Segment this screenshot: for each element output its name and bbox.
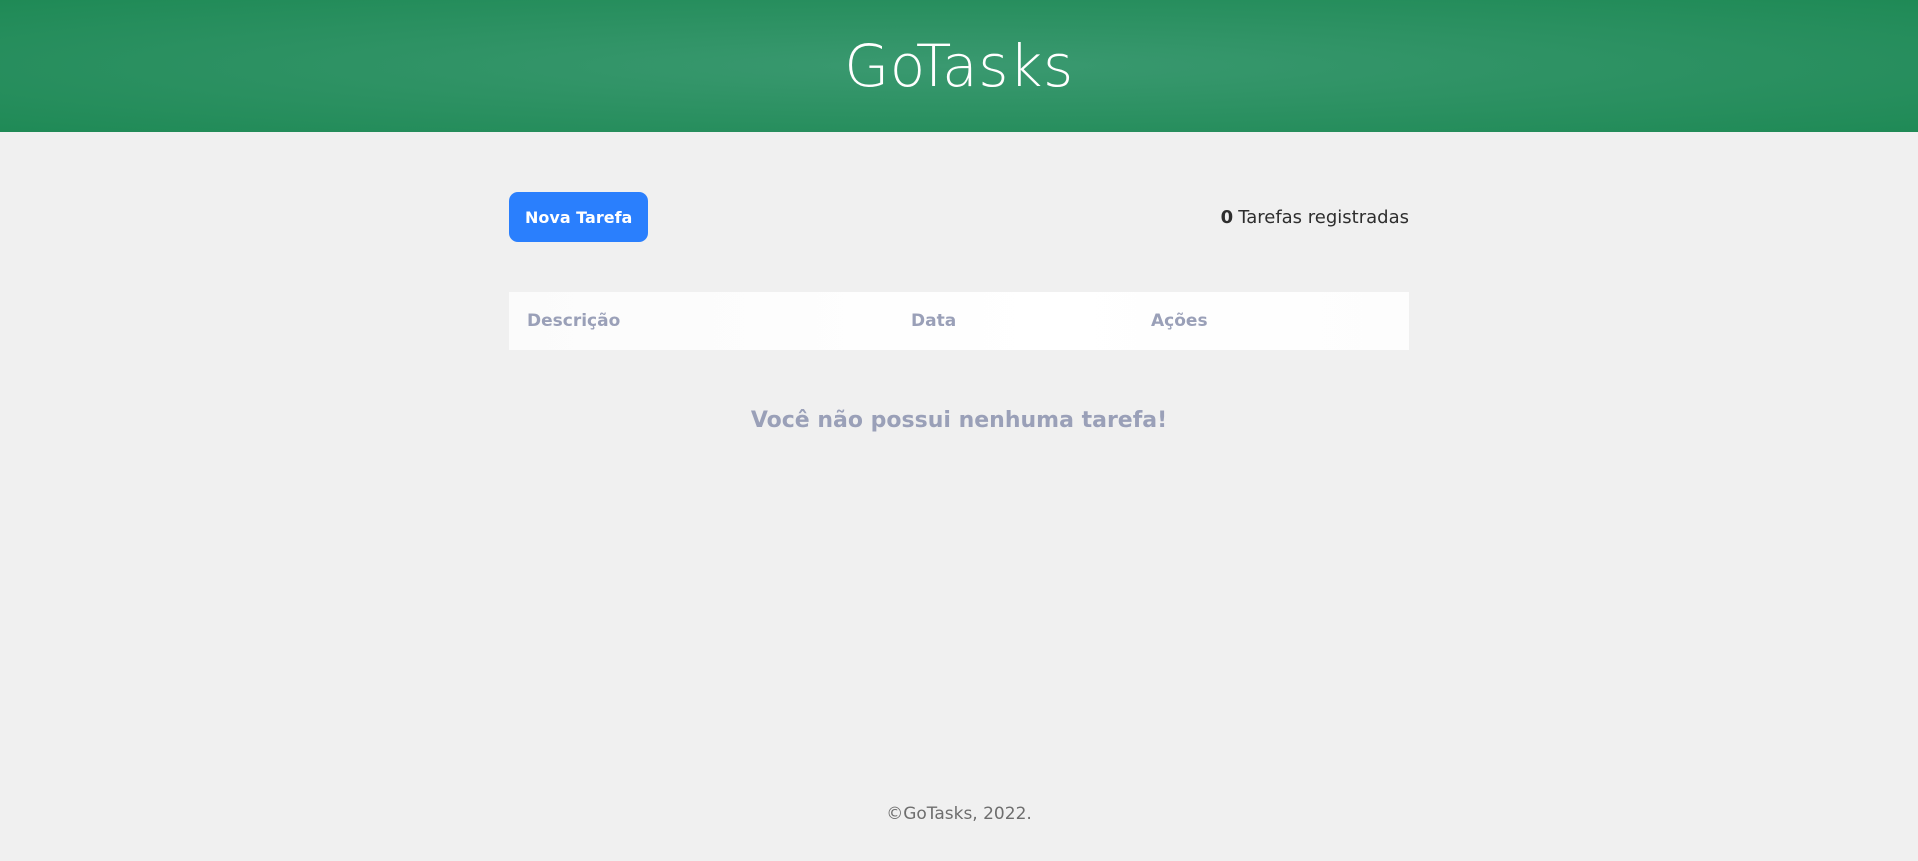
footer-copyright: ©GoTasks, 2022.: [886, 804, 1032, 824]
app-header: GoTasks: [0, 0, 1918, 132]
app-title: GoTasks: [844, 32, 1074, 100]
task-count-label: Tarefas registradas: [1238, 206, 1409, 228]
toolbar: Nova Tarefa 0 Tarefas registradas: [509, 192, 1409, 242]
table-header: Descrição Data Ações: [509, 292, 1409, 350]
column-header-date: Data: [911, 311, 957, 331]
main-content: Nova Tarefa 0 Tarefas registradas Descriç…: [509, 192, 1409, 433]
footer: ©GoTasks, 2022.: [0, 804, 1918, 824]
task-count: 0 Tarefas registradas: [1221, 207, 1409, 228]
column-header-description: Descrição: [527, 311, 621, 331]
task-count-number: 0: [1220, 206, 1234, 228]
new-task-button[interactable]: Nova Tarefa: [509, 192, 649, 242]
empty-state-message: Você não possui nenhuma tarefa!: [750, 408, 1168, 433]
column-header-actions: Ações: [1151, 311, 1208, 331]
